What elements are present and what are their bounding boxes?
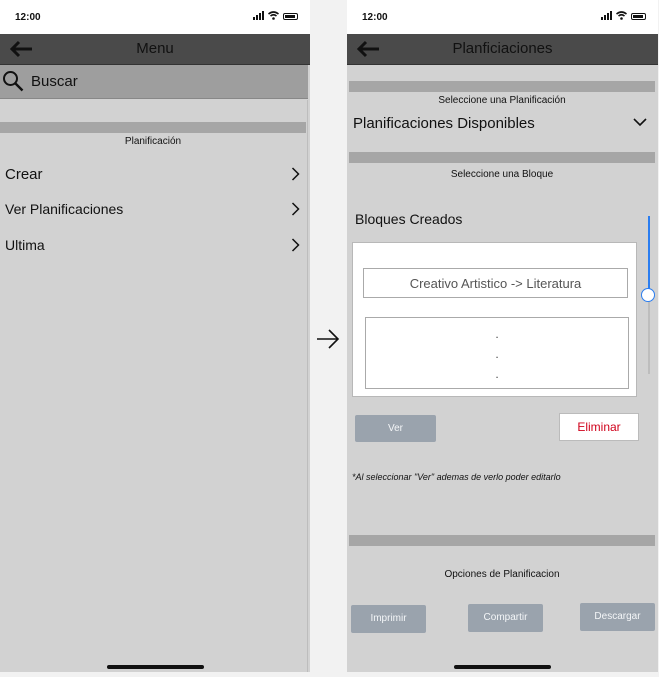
menu-item-ver-planificaciones[interactable]: Ver Planificaciones <box>0 197 306 221</box>
blocks-list: Creativo Artistico -> Literatura . . . <box>352 242 637 397</box>
signal-icon <box>253 11 264 20</box>
menu-item-label: Ver Planificaciones <box>5 201 124 217</box>
header-bar: Planficiaciones <box>347 34 658 65</box>
menu-item-crear[interactable]: Crear <box>0 162 306 186</box>
home-indicator <box>454 665 551 669</box>
page-title: Menu <box>136 40 174 57</box>
arrow-right-icon <box>317 329 340 349</box>
ver-button[interactable]: Ver <box>355 415 436 442</box>
signal-icon <box>601 11 612 20</box>
blocks-list-title: Bloques Creados <box>355 211 463 227</box>
chevron-right-icon <box>291 202 300 216</box>
battery-icon <box>283 13 298 20</box>
section-divider <box>349 152 655 163</box>
select-block-label: Seleccione una Bloque <box>450 169 554 180</box>
status-time: 12:00 <box>15 12 41 23</box>
menu-item-label: Crear <box>5 166 43 183</box>
list-item[interactable]: Creativo Artistico -> Literatura <box>363 268 628 298</box>
section-divider <box>349 535 655 546</box>
plan-dropdown[interactable]: Planificaciones Disponibles <box>353 115 653 137</box>
imprimir-button[interactable]: Imprimir <box>351 605 426 633</box>
more-items-placeholder: . . . <box>365 317 629 389</box>
select-plan-label: Seleccione una Planificación <box>438 95 566 106</box>
battery-icon <box>631 13 646 20</box>
status-bar: 12:00 <box>347 0 658 34</box>
section-divider <box>0 122 306 133</box>
scrollbar-fill <box>648 216 650 295</box>
compartir-button[interactable]: Compartir <box>468 604 543 632</box>
menu-item-label: Ultima <box>5 237 45 253</box>
menu-screen: 12:00 Menu Buscar Planificación Crear Ve… <box>0 0 310 672</box>
help-note: *Al seleccionar "Ver" ademas de verlo po… <box>352 472 561 482</box>
status-icons <box>253 11 298 20</box>
wifi-icon <box>268 11 279 20</box>
search-bar[interactable]: Buscar <box>0 65 308 99</box>
menu-panel: Planificación Crear Ver Planificaciones … <box>0 100 308 672</box>
planificaciones-screen: 12:00 Planficiaciones Seleccione una Pla… <box>347 0 658 672</box>
page-title: Planficiaciones <box>452 40 553 57</box>
section-label: Planificación <box>124 136 182 147</box>
header-bar: Menu <box>0 34 310 65</box>
dropdown-value: Planificaciones Disponibles <box>353 115 535 132</box>
status-icons <box>601 11 646 20</box>
search-icon <box>3 71 24 92</box>
section-divider <box>349 81 655 92</box>
status-bar: 12:00 <box>0 0 310 34</box>
scrollbar-thumb[interactable] <box>641 288 655 302</box>
descargar-button[interactable]: Descargar <box>580 603 655 631</box>
chevron-right-icon <box>291 167 300 181</box>
status-time: 12:00 <box>362 12 388 23</box>
chevron-down-icon <box>633 118 647 127</box>
eliminar-button[interactable]: Eliminar <box>559 413 639 441</box>
more-dots: . . . <box>495 327 499 381</box>
options-label: Opciones de Planificacion <box>444 569 560 580</box>
chevron-right-icon <box>291 238 300 252</box>
menu-item-ultima[interactable]: Ultima <box>0 233 306 257</box>
home-indicator <box>107 665 204 669</box>
search-label: Buscar <box>31 73 78 90</box>
wifi-icon <box>616 11 627 20</box>
